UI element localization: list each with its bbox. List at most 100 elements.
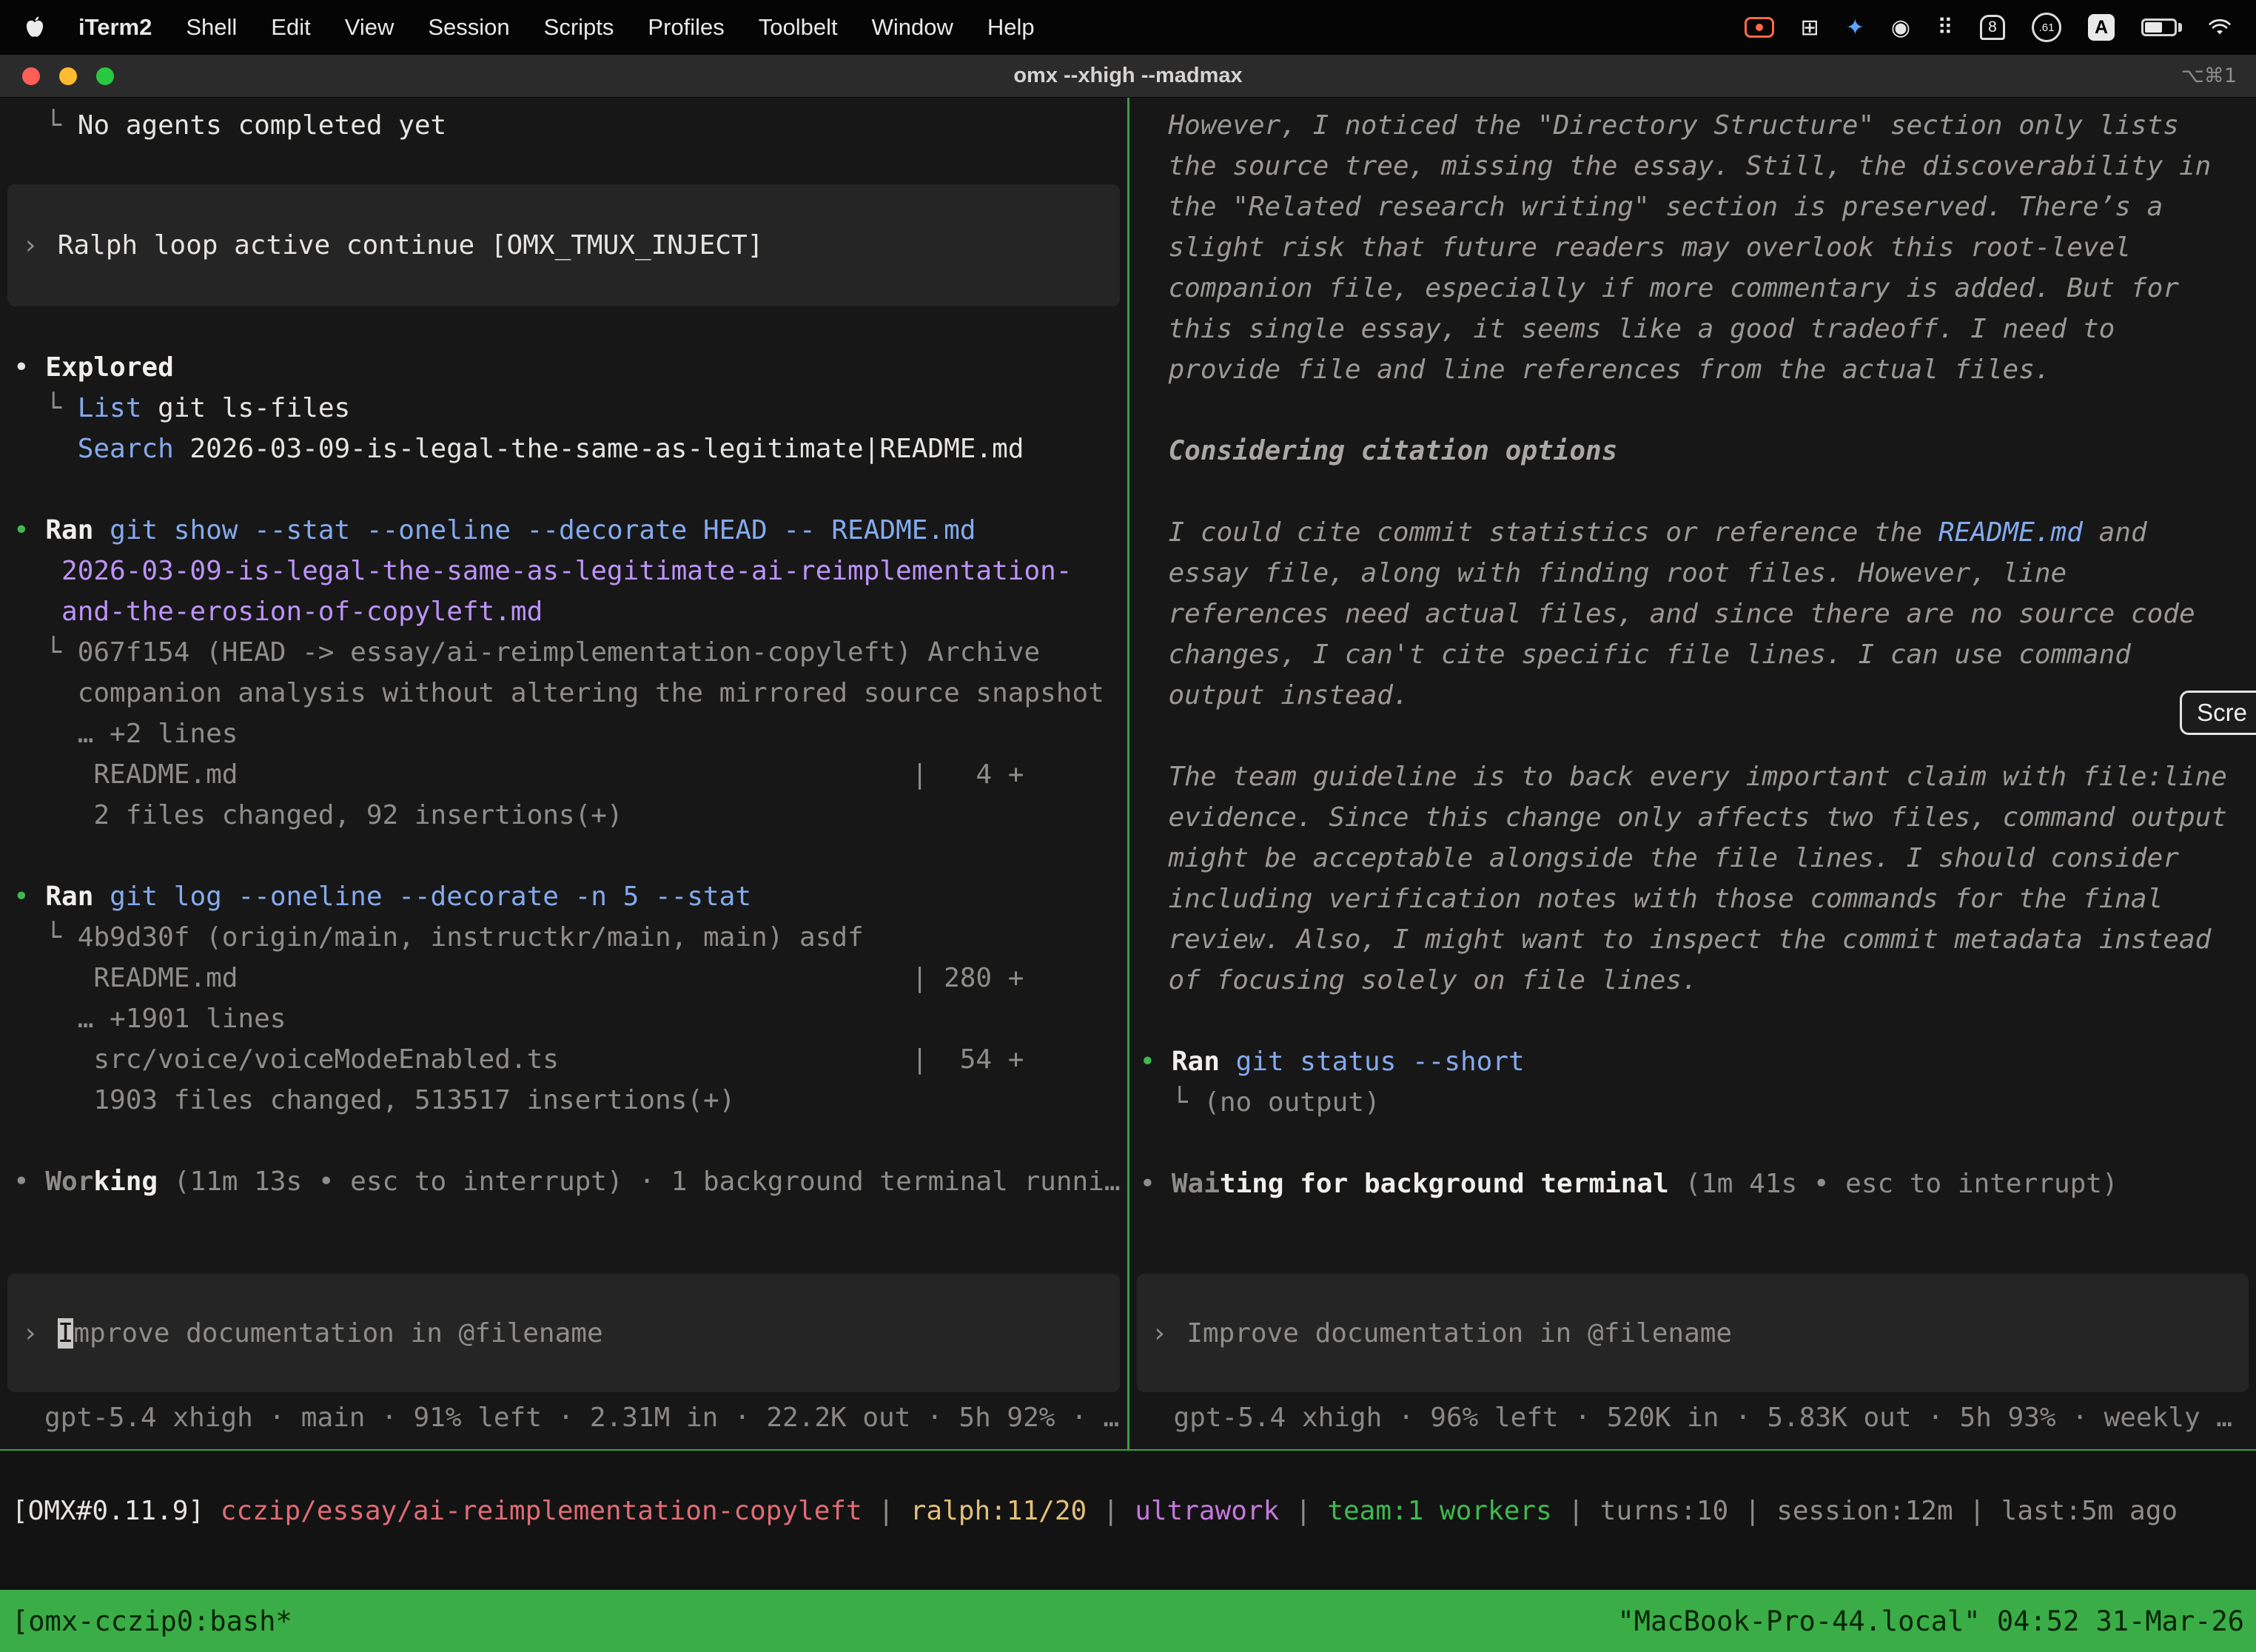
menu-item-help[interactable]: Help <box>987 14 1035 41</box>
terminal-line: of focusing solely on file lines. <box>1129 960 2256 1001</box>
bluesky-icon[interactable]: ✦ <box>1846 15 1864 41</box>
grid-icon[interactable]: ⊞ <box>1801 15 1819 41</box>
left-pane-lines: • Explored └ List git ls-files Search 20… <box>0 306 1127 1202</box>
battery-percent-badge[interactable]: .61 <box>2032 13 2061 42</box>
left-input-text: mprove documentation in @filename <box>73 1318 602 1349</box>
terminal-line: output instead. <box>1129 675 2256 716</box>
input-source-icon[interactable]: A <box>2088 14 2115 41</box>
terminal-line: 1903 files changed, 513517 insertions(+) <box>0 1080 1127 1121</box>
ghost-app-icon[interactable]: 8 <box>1980 15 2005 40</box>
terminal-line: including verification notes with those … <box>1129 879 2256 919</box>
tmux-host-clock: "MacBook-Pro-44.local" 04:52 31-Mar-26 <box>1618 1605 2244 1637</box>
right-input-text: Improve documentation in @filename <box>1186 1318 1732 1349</box>
terminal-line: provide file and line references from th… <box>1129 349 2256 390</box>
battery-nub <box>2178 23 2182 32</box>
menu-item-profiles[interactable]: Profiles <box>648 14 724 41</box>
window-title: omx --xhigh --madmax <box>0 64 2256 88</box>
menu-item-window[interactable]: Window <box>872 14 953 41</box>
left-pane: └ No agents completed yet › Ralph loop a… <box>0 98 1127 1449</box>
window-title-bar: omx --xhigh --madmax ⌥⌘1 <box>0 55 2256 98</box>
close-button[interactable] <box>22 67 40 85</box>
right-pane-status-line: gpt-5.4 xhigh · 96% left · 520K in · 5.8… <box>1129 1403 2256 1433</box>
prompt-chevron-icon: › <box>7 1318 58 1349</box>
omx-status-bar: [OMX#0.11.9] cczip/essay/ai-reimplementa… <box>0 1451 2256 1590</box>
inject-banner: › Ralph loop active continue [OMX_TMUX_I… <box>7 184 1120 306</box>
terminal-line: essay file, along with finding root file… <box>1129 553 2256 594</box>
terminal-line: might be acceptable alongside the file l… <box>1129 838 2256 879</box>
terminal-line: The team guideline is to back every impo… <box>1129 756 2256 797</box>
terminal-line: README.md | 280 + <box>0 958 1127 998</box>
terminal-line: • Explored <box>0 347 1127 388</box>
terminal-line <box>0 306 1127 347</box>
terminal-line: … +2 lines <box>0 713 1127 754</box>
terminal-line: src/voice/voiceModeEnabled.ts | 54 + <box>0 1039 1127 1080</box>
terminal-line: • Ran git show --stat --oneline --decora… <box>0 510 1127 551</box>
menu-item-scripts[interactable]: Scripts <box>544 14 614 41</box>
terminal-line: However, I noticed the "Directory Struct… <box>1129 105 2256 146</box>
terminal-line <box>0 836 1127 876</box>
terminal-line: slight risk that future readers may over… <box>1129 227 2256 268</box>
left-prompt-input[interactable]: › Improve documentation in @filename <box>7 1274 1120 1392</box>
terminal-line <box>1129 390 2256 431</box>
right-input-area: › Improve documentation in @filename gpt… <box>1129 1274 2256 1449</box>
terminal-line: the source tree, missing the essay. Stil… <box>1129 146 2256 187</box>
wifi-icon[interactable] <box>2209 19 2231 36</box>
apps-grid-icon[interactable]: ⠿ <box>1937 15 1953 41</box>
right-pane-lines: However, I noticed the "Directory Struct… <box>1129 105 2256 1204</box>
terminal-line: • Ran git log --oneline --decorate -n 5 … <box>0 876 1127 917</box>
menu-items: iTerm2 Shell Edit View Session Scripts Profile… <box>25 14 1035 41</box>
window-shortcut-badge: ⌥⌘1 <box>2181 64 2256 87</box>
terminal-line: evidence. Since this change only affects… <box>1129 797 2256 838</box>
terminal-line: … +1901 lines <box>0 998 1127 1039</box>
battery-icon[interactable] <box>2141 19 2182 36</box>
menu-item-toolbelt[interactable]: Toolbelt <box>759 14 838 41</box>
terminal-line: changes, I can't cite specific file line… <box>1129 634 2256 675</box>
circle-app-icon[interactable]: ◉ <box>1891 15 1910 41</box>
screen-recording-indicator[interactable] <box>1745 17 1774 38</box>
minimize-button[interactable] <box>59 67 77 85</box>
terminal-line: Search 2026-03-09-is-legal-the-same-as-l… <box>0 429 1127 469</box>
terminal-line: • Waiting for background terminal (1m 41… <box>1129 1164 2256 1204</box>
menu-item-shell[interactable]: Shell <box>186 14 237 41</box>
left-input-area: › Improve documentation in @filename gpt… <box>0 1274 1127 1449</box>
terminal-line <box>1129 716 2256 756</box>
terminal-line: I could cite commit statistics or refere… <box>1129 512 2256 553</box>
terminal-line: the "Related research writing" section i… <box>1129 187 2256 227</box>
terminal-line: └ 4b9d30f (origin/main, instructkr/main,… <box>0 917 1127 958</box>
prompt-chevron-icon: › <box>7 230 58 261</box>
terminal-line: • Ran git status --short <box>1129 1041 2256 1082</box>
apple-logo-icon[interactable] <box>25 16 44 38</box>
terminal-line: Considering citation options <box>1129 431 2256 471</box>
right-prompt-input[interactable]: › Improve documentation in @filename <box>1137 1274 2249 1392</box>
terminal-line: • Working (11m 13s • esc to interrupt) ·… <box>0 1161 1127 1202</box>
terminal-line <box>0 1121 1127 1161</box>
terminal-line: 2026-03-09-is-legal-the-same-as-legitima… <box>0 551 1127 591</box>
terminal-line: and-the-erosion-of-copyleft.md <box>0 591 1127 632</box>
screen-edge-button[interactable]: Scre <box>2180 691 2256 735</box>
terminal-line <box>1129 1123 2256 1164</box>
left-pane-lines-top: └ No agents completed yet <box>0 105 1127 146</box>
traffic-lights <box>0 67 114 85</box>
terminal-line <box>1129 471 2256 512</box>
terminal-line: 2 files changed, 92 insertions(+) <box>0 795 1127 836</box>
macos-menu-bar: iTerm2 Shell Edit View Session Scripts Profile… <box>0 0 2256 55</box>
terminal-line: companion analysis without altering the … <box>0 673 1127 713</box>
terminal-line: └ No agents completed yet <box>0 105 1127 146</box>
terminal-line: └ (no output) <box>1129 1082 2256 1123</box>
terminal-line: this single essay, it seems like a good … <box>1129 309 2256 349</box>
text-cursor: I <box>58 1318 74 1349</box>
zoom-button[interactable] <box>96 67 114 85</box>
left-pane-status-line: gpt-5.4 xhigh · main · 91% left · 2.31M … <box>0 1403 1127 1433</box>
terminal-panes: └ No agents completed yet › Ralph loop a… <box>0 98 2256 1449</box>
menu-item-view[interactable]: View <box>345 14 395 41</box>
terminal-line: └ List git ls-files <box>0 388 1127 429</box>
right-pane: However, I noticed the "Directory Struct… <box>1129 98 2256 1449</box>
menu-status-icons: ⊞ ✦ ◉ ⠿ 8 .61 A <box>1745 13 2231 42</box>
menu-item-iterm2[interactable]: iTerm2 <box>78 14 152 41</box>
terminal-line: └ 067f154 (HEAD -> essay/ai-reimplementa… <box>0 632 1127 673</box>
menu-item-edit[interactable]: Edit <box>271 14 310 41</box>
battery-fill <box>2145 22 2162 33</box>
menu-item-session[interactable]: Session <box>428 14 509 41</box>
terminal-line <box>0 469 1127 510</box>
terminal-line: README.md | 4 + <box>0 754 1127 795</box>
